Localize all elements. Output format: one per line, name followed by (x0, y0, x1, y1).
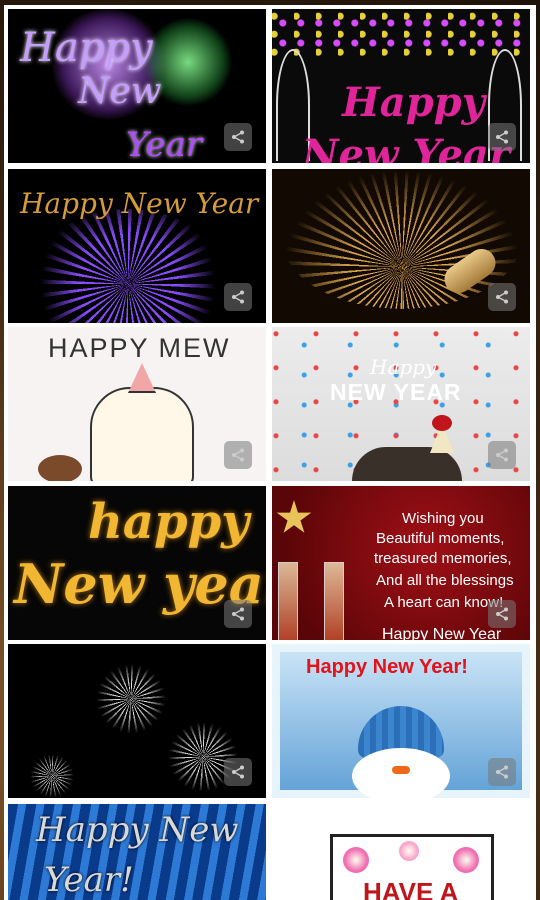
share-icon (232, 448, 244, 462)
card-text: Happy New Year (382, 626, 502, 640)
card-text: HAPPY MEW (48, 333, 231, 363)
share-icon (496, 290, 508, 304)
card-text: New Year (302, 131, 510, 163)
ecard-wishing-you-champagne[interactable]: Wishing you Beautiful moments, treasured… (272, 486, 530, 640)
card-text: Year (126, 125, 203, 163)
ecard-silver-fireworks[interactable] (8, 644, 266, 798)
card-text: New (78, 71, 162, 112)
share-button[interactable] (488, 441, 516, 469)
share-button[interactable] (488, 758, 516, 786)
card-text: And all the blessings (376, 572, 514, 589)
ecard-happy-new-year-purple-fireworks[interactable]: Happy New Year (8, 9, 266, 163)
card-text: Wishing you (402, 510, 484, 527)
share-icon (496, 130, 508, 144)
ecard-happy-new-year-gold-lettering[interactable]: happy New year (8, 486, 266, 640)
share-icon (232, 607, 244, 621)
share-button[interactable] (488, 600, 516, 628)
share-button[interactable] (224, 283, 252, 311)
card-text: Year! (44, 860, 134, 900)
share-icon (496, 607, 508, 621)
ecard-happy-new-year-snowman[interactable]: Happy New Year! (272, 644, 530, 798)
share-icon (496, 765, 508, 779)
ecard-happy-new-year-blue-rays[interactable]: Happy New Year! (8, 804, 266, 900)
share-icon (232, 130, 244, 144)
ecard-gold-fireworks-champagne[interactable] (272, 169, 530, 323)
card-text: A heart can know! (384, 594, 504, 611)
card-text: Happy (370, 355, 437, 379)
ecard-happy-new-year-pink-swirls[interactable]: Happy New Year (272, 9, 530, 163)
card-text: Happy New (36, 810, 239, 850)
ecard-happy-new-year-confetti-cat[interactable]: Happy NEW YEAR (272, 327, 530, 481)
card-text: Happy (342, 79, 485, 126)
card-text: NEW YEAR (330, 379, 462, 405)
share-icon (232, 765, 244, 779)
gallery-grid: Happy New Year Happy New Year Happy New … (4, 5, 536, 900)
ecard-have-a[interactable]: HAVE A (272, 804, 530, 900)
card-text: Happy New Year (20, 187, 259, 220)
card-text: Happy (20, 25, 153, 71)
share-button[interactable] (488, 283, 516, 311)
ecard-happy-mew-cat[interactable]: HAPPY MEW (8, 327, 266, 481)
share-button[interactable] (224, 441, 252, 469)
share-button[interactable] (488, 123, 516, 151)
share-button[interactable] (224, 123, 252, 151)
card-text: HAVE A (363, 877, 459, 900)
share-icon (232, 290, 244, 304)
card-text: Beautiful moments, (376, 530, 505, 547)
card-text: treasured memories, (374, 550, 512, 567)
ecard-happy-new-year-violet-burst[interactable]: Happy New Year (8, 169, 266, 323)
share-icon (496, 448, 508, 462)
card-text: Happy New Year! (306, 656, 468, 678)
card-text: happy (88, 494, 250, 550)
share-button[interactable] (224, 600, 252, 628)
share-button[interactable] (224, 758, 252, 786)
